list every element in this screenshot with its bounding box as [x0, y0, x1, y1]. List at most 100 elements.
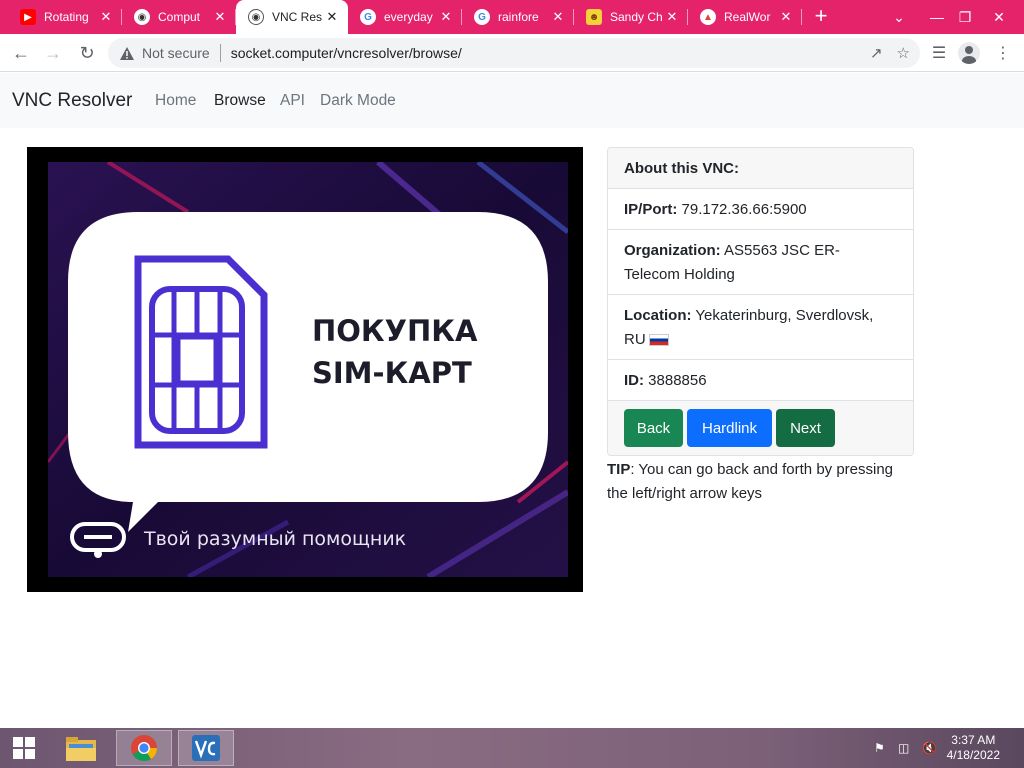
close-icon[interactable]: ✕ [98, 9, 114, 25]
start-button[interactable] [0, 730, 48, 766]
google-icon: G [474, 9, 490, 25]
folder-icon [66, 737, 96, 761]
restore-icon[interactable]: ❐ [946, 0, 984, 34]
close-icon[interactable]: ✕ [778, 9, 794, 25]
tab-everyday[interactable]: G everyday ✕ [348, 0, 462, 34]
tip-text: TIP: You can go back and forth by pressi… [607, 458, 919, 506]
card-title: About this VNC: [608, 148, 913, 189]
org-value-cont: Telecom Holding [624, 266, 735, 283]
close-icon[interactable]: ✕ [212, 9, 228, 25]
vnc-screenshot: ПОКУПКА SIM-КАРТ Твой разумный помощник [27, 147, 583, 592]
file-explorer-button[interactable] [54, 730, 108, 766]
chrome-taskbar-button[interactable] [116, 730, 172, 766]
speech-bubble [68, 212, 548, 532]
security-label: Not secure [142, 45, 210, 61]
location-label: Location: [624, 307, 692, 324]
nav-dark-mode[interactable]: Dark Mode [320, 92, 396, 110]
warning-icon[interactable] [118, 46, 136, 60]
back-arrow-icon[interactable]: ← [8, 40, 34, 66]
location-row: Location: Yekaterinburg, Sverdlovsk, RU [608, 295, 913, 360]
vnc-screen-image: ПОКУПКА SIM-КАРТ Твой разумный помощник [48, 162, 568, 577]
forward-arrow-icon[interactable]: → [40, 40, 66, 66]
vnc-viewer-taskbar-button[interactable] [178, 730, 234, 766]
computer-vision-icon: ◉ [134, 9, 150, 25]
sim-card-icon [134, 255, 268, 449]
clock-time: 3:37 AM [951, 733, 996, 747]
tab-title: RealWor [724, 10, 771, 24]
tip-label: TIP [607, 461, 631, 478]
close-icon[interactable]: ✕ [550, 9, 566, 25]
tab-sandy[interactable]: ☻ Sandy Ch ✕ [574, 0, 688, 34]
system-clock[interactable]: 3:37 AM 4/18/2022 [947, 733, 1000, 763]
tab-youtube[interactable]: ▶ Rotating ✕ [8, 0, 122, 34]
close-icon[interactable]: ✕ [664, 9, 680, 25]
organization-row: Organization: AS5563 JSC ER- Telecom Hol… [608, 230, 913, 295]
new-tab-button[interactable]: + [808, 4, 834, 30]
site-navbar: VNC Resolver Home Browse API Dark Mode [0, 73, 1024, 128]
about-card: About this VNC: IP/Port: 79.172.36.66:59… [607, 147, 914, 456]
tab-computer[interactable]: ◉ Comput ✕ [122, 0, 236, 34]
tab-search-chevron-icon[interactable]: ⌄ [880, 0, 918, 34]
avatar-icon [958, 42, 980, 64]
chrome-icon [131, 735, 158, 762]
flag-tray-icon[interactable]: ⚑ [874, 741, 885, 755]
close-icon[interactable]: ✕ [324, 9, 340, 25]
divider [219, 44, 221, 62]
id-row: ID: 3888856 [608, 360, 913, 401]
google-icon: G [360, 9, 376, 25]
tab-title: Comput [158, 10, 201, 24]
url-text[interactable]: socket.computer/vncresolver/browse/ [231, 45, 462, 61]
windows-logo-icon [13, 737, 35, 759]
nav-home[interactable]: Home [155, 92, 196, 110]
clock-date: 4/18/2022 [946, 748, 1000, 762]
reading-list-icon[interactable]: ☰ [926, 40, 952, 66]
tab-title: everyday [384, 10, 433, 24]
nav-browse[interactable]: Browse [214, 92, 266, 110]
profile-avatar[interactable] [956, 40, 982, 66]
org-label: Organization: [624, 242, 721, 259]
close-icon[interactable]: ✕ [438, 9, 454, 25]
vnc-resolver-icon: ◉ [248, 9, 264, 25]
tip-body-line1: : You can go back and forth by pressing [630, 461, 894, 478]
realworld-icon: ▲ [700, 9, 716, 25]
vnc-tagline: Твой разумный помощник [144, 528, 407, 550]
nav-api[interactable]: API [280, 92, 305, 110]
vnc-headline-line1: ПОКУПКА [312, 314, 478, 348]
tab-title: VNC Res [272, 10, 323, 24]
youtube-icon: ▶ [20, 9, 36, 25]
location-country: RU [624, 331, 646, 348]
bookmark-star-icon[interactable]: ☆ [897, 44, 910, 62]
window-close-icon[interactable]: ✕ [980, 0, 1018, 34]
ip-port-row: IP/Port: 79.172.36.66:5900 [608, 189, 913, 230]
tab-realworld[interactable]: ▲ RealWor ✕ [688, 0, 802, 34]
card-actions: Back Hardlink Next [608, 401, 913, 455]
reload-icon[interactable]: ↻ [74, 40, 100, 66]
ip-value: 79.172.36.66:5900 [681, 201, 807, 218]
hardlink-button[interactable]: Hardlink [687, 409, 772, 447]
tab-strip: ▶ Rotating ✕ ◉ Comput ✕ ◉ VNC Res ✕ G ev… [0, 0, 1024, 34]
menu-kebab-icon[interactable]: ⋮ [990, 40, 1016, 66]
vnc-headline: ПОКУПКА SIM-КАРТ [312, 310, 477, 394]
location-value: Yekaterinburg, Sverdlovsk, [695, 307, 874, 324]
org-value: AS5563 JSC ER- [724, 242, 840, 259]
sandy-icon: ☻ [586, 9, 602, 25]
volume-muted-icon[interactable]: 🔇 [922, 741, 937, 755]
browser-toolbar: ← → ↻ Not secure socket.computer/vncreso… [0, 34, 1024, 72]
share-icon[interactable]: ↗ [870, 44, 883, 62]
brand-link[interactable]: VNC Resolver [12, 90, 132, 112]
tip-body-line2: the left/right arrow keys [607, 485, 763, 502]
tab-vnc-resolver[interactable]: ◉ VNC Res ✕ [236, 0, 348, 34]
tab-title: Rotating [44, 10, 89, 24]
tab-rainforest[interactable]: G rainfore ✕ [462, 0, 574, 34]
ip-label: IP/Port: [624, 201, 678, 218]
network-tray-icon[interactable]: ◫ [898, 741, 909, 755]
tab-title: Sandy Ch [610, 10, 663, 24]
id-value: 3888856 [648, 372, 707, 389]
vnc-viewer-icon [192, 735, 220, 761]
next-button[interactable]: Next [776, 409, 835, 447]
address-bar[interactable]: Not secure socket.computer/vncresolver/b… [108, 38, 920, 68]
vnc-headline-line2: SIM-КАРТ [312, 356, 472, 390]
tab-title: rainfore [498, 10, 539, 24]
assistant-logo-icon [70, 522, 126, 558]
back-button[interactable]: Back [624, 409, 683, 447]
